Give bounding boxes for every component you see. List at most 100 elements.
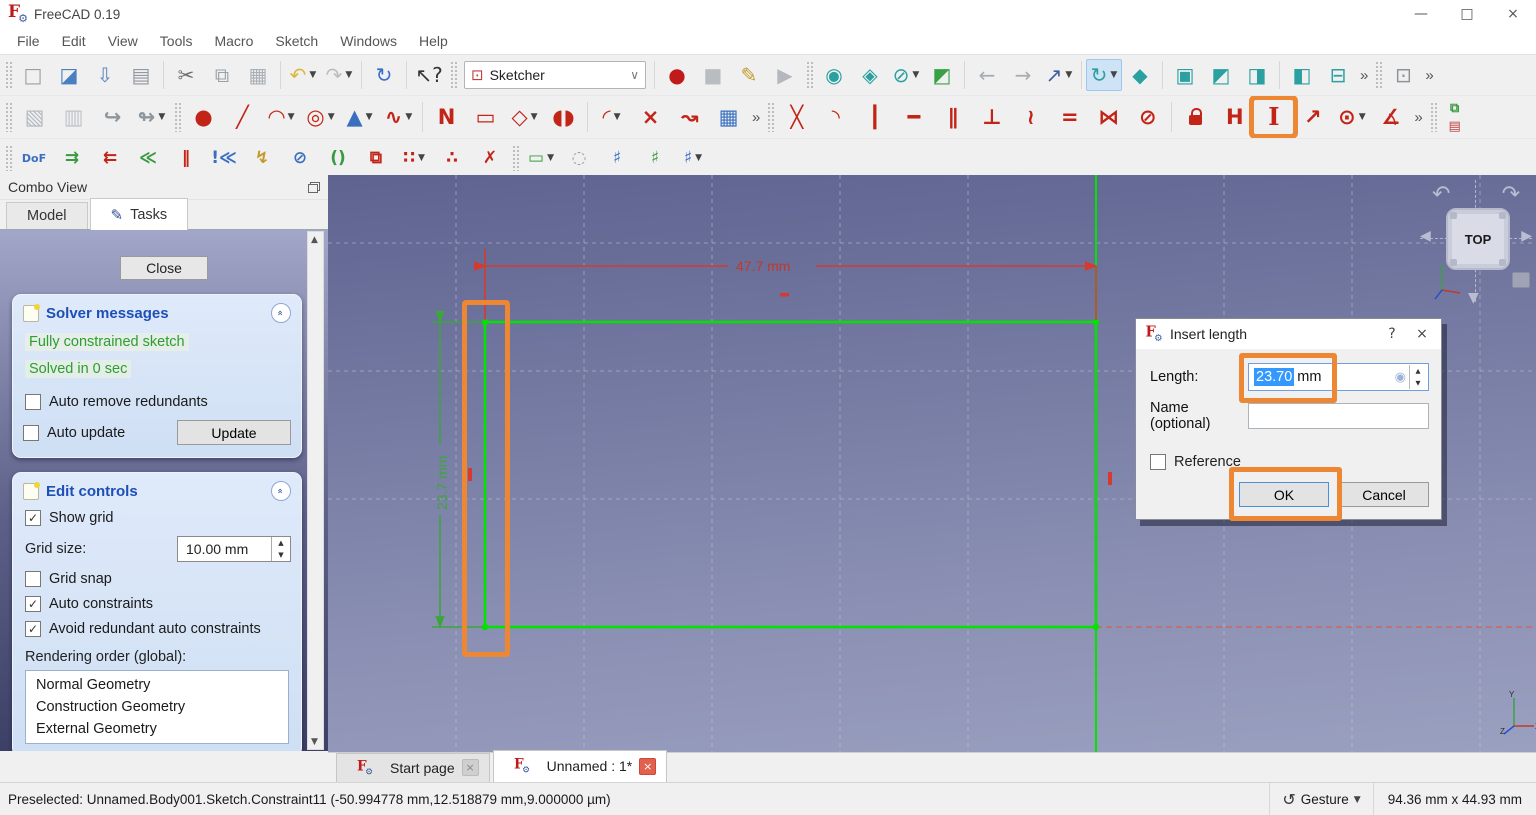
update-button[interactable]: Update	[177, 420, 291, 445]
scroll-up-icon[interactable]: ▲	[308, 232, 321, 247]
constraint-marker-right[interactable]	[1108, 472, 1112, 485]
toolbar-grip[interactable]	[1375, 61, 1382, 89]
create-slot-button[interactable]: ◖◗	[544, 100, 583, 134]
dropdown-arrow-icon[interactable]: ▼	[912, 70, 919, 80]
menu-tools[interactable]: Tools	[149, 29, 204, 53]
menu-macro[interactable]: Macro	[203, 29, 264, 53]
select-redundant-constraints-button[interactable]: ‖	[167, 143, 205, 173]
menu-windows[interactable]: Windows	[329, 29, 408, 53]
symmetric-tool-button[interactable]: ()	[319, 143, 357, 173]
select-malformed-constraints-button[interactable]: ↯	[243, 143, 281, 173]
dropdown-arrow-icon[interactable]: ▼	[418, 153, 425, 163]
show-hide-all-constraints-button[interactable]: ♯	[598, 143, 636, 173]
constraints-overflow[interactable]: »	[1410, 109, 1426, 126]
whats-this-button[interactable]: ↖?	[411, 59, 447, 91]
view-rear-button[interactable]: ◧	[1284, 59, 1320, 91]
constrain-block-button[interactable]: ⊘	[1128, 100, 1167, 134]
select-elements-with-constraints-button[interactable]: ≪	[129, 143, 167, 173]
rotate-cw-icon[interactable]: ↷	[1502, 182, 1520, 207]
show-hide-dimensional-constraints-button[interactable]: ♯	[636, 143, 674, 173]
grid-size-up-icon[interactable]: ▲	[272, 537, 290, 549]
dropdown-arrow-icon[interactable]: ▼	[405, 112, 412, 122]
grid-snap-checkbox[interactable]	[25, 571, 41, 587]
tab-close-icon[interactable]: ×	[639, 758, 656, 775]
fit-selection-button[interactable]: ◈	[852, 59, 888, 91]
tab-model[interactable]: Model	[6, 202, 88, 230]
create-fillet-button[interactable]: ◜▼	[592, 100, 631, 134]
minimize-button[interactable]: —	[1398, 0, 1444, 28]
toolbar-grip[interactable]	[767, 102, 774, 131]
dropdown-arrow-icon[interactable]: ▼	[695, 153, 702, 163]
view-bottom-button[interactable]: ⊟	[1320, 59, 1356, 91]
nav-cube-menu-icon[interactable]	[1512, 272, 1530, 288]
constrain-tangent-button[interactable]: ≀	[1011, 100, 1050, 134]
dropdown-arrow-icon[interactable]: ▼	[366, 112, 373, 122]
create-circle-button[interactable]: ◎▼	[301, 100, 340, 134]
constrain-horizontal-button[interactable]: ━	[894, 100, 933, 134]
select-constraints-button[interactable]: ⇉	[53, 143, 91, 173]
create-polygon-button[interactable]: ◇▼	[505, 100, 544, 134]
tab-tasks[interactable]: ✎ Tasks	[90, 198, 189, 230]
dropdown-arrow-icon[interactable]: ▼	[1065, 70, 1072, 80]
toolbar-grip[interactable]	[5, 102, 12, 131]
undo-button[interactable]: ↶▼	[285, 59, 321, 91]
menu-sketch[interactable]: Sketch	[264, 29, 329, 53]
document-tab-unnamed-1[interactable]: F⚙Unnamed : 1*×	[493, 750, 668, 782]
save-button[interactable]: ⇩	[87, 59, 123, 91]
grid-size-down-icon[interactable]: ▼	[272, 549, 290, 561]
create-conic-button[interactable]: ▲▼	[340, 100, 379, 134]
create-line-button[interactable]: ╱	[223, 100, 262, 134]
dropdown-arrow-icon[interactable]: ▼	[614, 112, 621, 122]
close-task-button[interactable]: Close	[120, 256, 208, 280]
make-sub-link-button[interactable]: ↬▼	[132, 100, 171, 134]
clone-tool-button[interactable]: ⧉	[357, 143, 395, 173]
extend-edge-button[interactable]: ↝	[670, 100, 709, 134]
show-hide-internal-geometry-button[interactable]: ⊘	[281, 143, 319, 173]
constrain-vertical-distance-button[interactable]: I	[1254, 100, 1293, 134]
menu-view[interactable]: View	[97, 29, 149, 53]
menu-edit[interactable]: Edit	[51, 29, 97, 53]
rotate-view-button[interactable]: ↻▼	[1086, 59, 1122, 91]
reference-checkbox[interactable]	[1150, 454, 1166, 470]
nav-left-icon[interactable]: ◀	[1420, 228, 1431, 244]
create-polyline-button[interactable]: N	[427, 100, 466, 134]
sketch-rectangle[interactable]	[485, 322, 1096, 627]
make-link-button[interactable]: ↪	[93, 100, 132, 134]
rotate-ccw-icon[interactable]: ↶	[1432, 182, 1450, 207]
avoid-redundant-checkbox[interactable]: ✓	[25, 621, 41, 637]
constrain-coincident-button[interactable]: ╳	[777, 100, 816, 134]
nav-forward-button[interactable]: →	[1005, 59, 1041, 91]
remove-axes-alignment-button[interactable]: ✗	[471, 143, 509, 173]
scroll-down-icon[interactable]: ▼	[308, 734, 321, 749]
auto-constraints-row[interactable]: ✓ Auto constraints	[25, 596, 291, 612]
navigation-cube-sync-button[interactable]: ◩	[924, 59, 960, 91]
dialog-close-icon[interactable]: ×	[1407, 321, 1437, 347]
constrain-angle-button[interactable]: ∡	[1371, 100, 1410, 134]
name-input[interactable]	[1248, 403, 1429, 429]
constrain-perpendicular-button[interactable]: ⊥	[972, 100, 1011, 134]
nav-right-icon[interactable]: ▶	[1521, 228, 1532, 244]
macro-stop-button[interactable]: ■	[695, 59, 731, 91]
open-folder-button[interactable]: ◪	[51, 59, 87, 91]
switch-virtual-space-button[interactable]: ◌	[560, 143, 598, 173]
horizontal-dimension[interactable]: 47.7 mm	[485, 249, 1096, 320]
auto-remove-redundants-row[interactable]: Auto remove redundants	[25, 394, 291, 410]
create-bspline-button[interactable]: ∿▼	[379, 100, 418, 134]
copy-tool-button[interactable]: ∷▼	[395, 143, 433, 173]
show-hide-constraint-names-button[interactable]: ♯▼	[674, 143, 712, 173]
external-geometry-button[interactable]: ▦	[709, 100, 748, 134]
dropdown-arrow-icon[interactable]: ▼	[1110, 70, 1117, 80]
navigation-cube[interactable]: ↶ ↷ ◀ ▶ ▼ TOP ▼	[1420, 180, 1532, 302]
nav-back-button[interactable]: ←	[969, 59, 1005, 91]
auto-update-checkbox[interactable]	[23, 425, 39, 441]
sketcher-copy-tool-button[interactable]: ⧉	[1440, 100, 1470, 117]
tasks-scrollbar[interactable]: ▲ ▼	[307, 231, 324, 750]
auto-remove-redundants-checkbox[interactable]	[25, 394, 41, 410]
select-conflicting-constraints-button[interactable]: !≪	[205, 143, 243, 173]
sketcher-overflow[interactable]: »	[1421, 67, 1437, 84]
chevron-down-icon[interactable]: ∨	[630, 68, 639, 82]
dropdown-arrow-icon[interactable]: ▼	[531, 112, 538, 122]
grid-size-stepper[interactable]: 10.00 mm ▲▼	[177, 536, 291, 562]
view-right-button[interactable]: ◨	[1239, 59, 1275, 91]
auto-update-row[interactable]: Auto update	[23, 425, 125, 441]
